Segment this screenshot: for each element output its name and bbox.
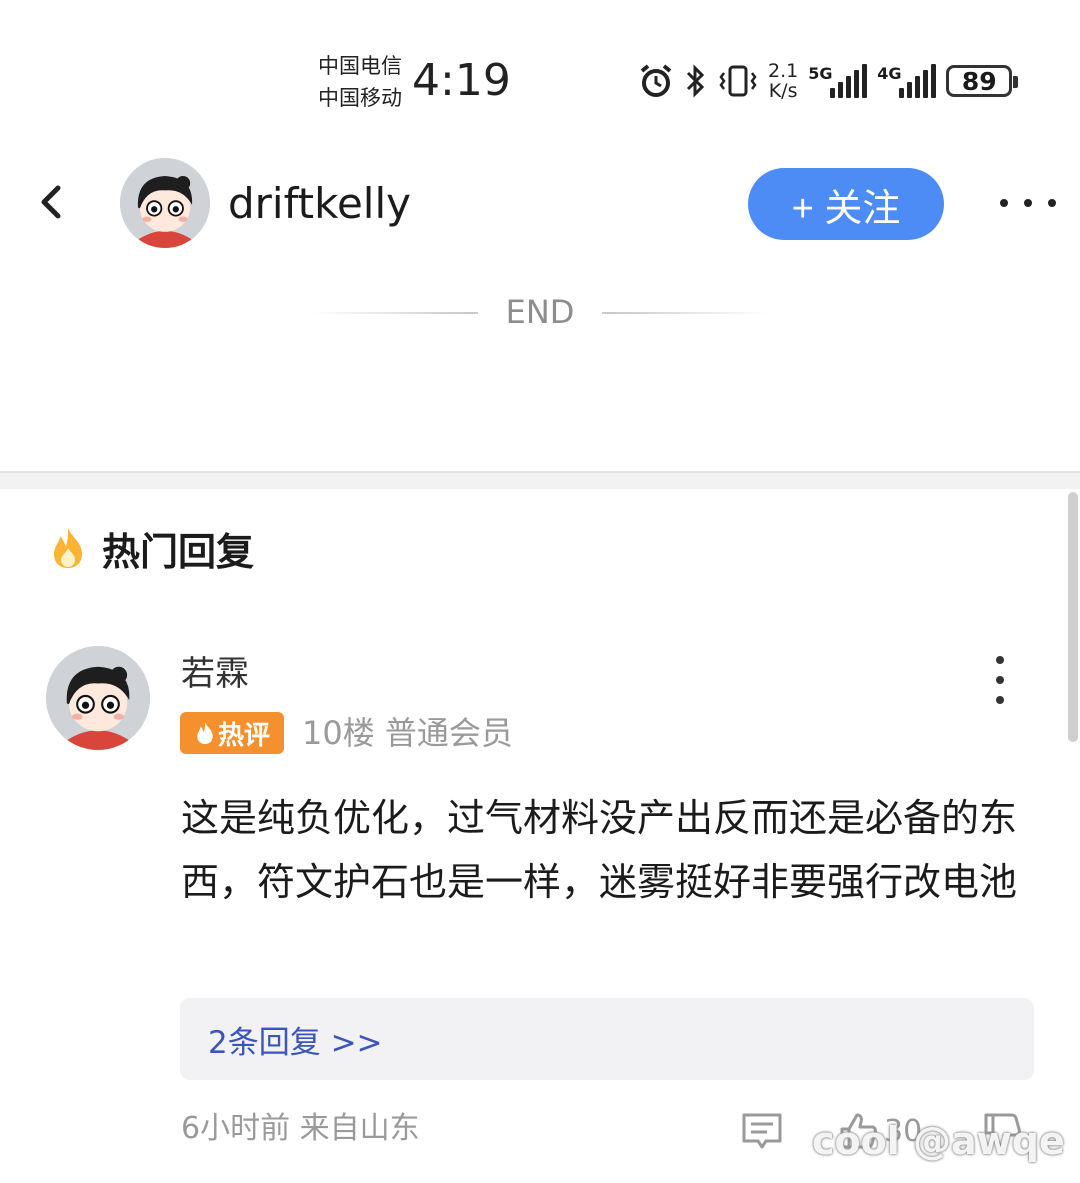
divider-line-left [310, 312, 478, 314]
net-speed-unit: K/s [768, 80, 798, 102]
flame-icon [54, 528, 82, 568]
scrollbar[interactable] [1068, 492, 1078, 742]
battery-icon: 89 [946, 65, 1019, 97]
watermark-logo-icon: cool [812, 1119, 900, 1163]
comment-more-icon[interactable] [986, 656, 1014, 704]
username[interactable]: driftkelly [228, 178, 411, 230]
status-icons: 2.1 K/s 5G 4G 89 [638, 56, 1019, 106]
net-speed-value: 2.1 [768, 60, 799, 82]
comment-floor-meta: 10楼 普通会员 [302, 714, 513, 752]
bluetooth-icon [686, 64, 705, 98]
replies-link-label: 2条回复 >> [208, 1024, 383, 1061]
end-label: END [505, 293, 575, 331]
badge-label: 热评 [217, 720, 270, 751]
watermark: cool @awqe [812, 1118, 1065, 1164]
comment-text[interactable]: 这是纯负优化，过气材料没产出反而还是必备的东西，符文护石也是一样，迷雾挺好非要强… [181, 786, 1041, 914]
commenter-avatar[interactable] [46, 646, 150, 750]
comment-author[interactable]: 若霖 [181, 652, 249, 696]
signal-2-label: 4G [877, 64, 902, 83]
end-divider: END [0, 290, 1080, 334]
vibrate-icon [719, 65, 757, 97]
flame-icon [197, 722, 213, 744]
signal-4g-icon: 4G [877, 64, 937, 98]
alarm-icon [640, 64, 672, 97]
cartoon-face-icon [120, 158, 210, 248]
net-speed: 2.1 K/s [768, 61, 798, 101]
more-options-icon[interactable] [1000, 186, 1056, 220]
section-separator [0, 471, 1080, 489]
divider-line-right [602, 312, 770, 314]
watermark-handle: @awqe [913, 1119, 1065, 1163]
hot-replies-header: 热门回复 [48, 522, 254, 574]
comment-time-location: 6小时前 来自山东 [181, 1111, 420, 1146]
hot-comment-badge: 热评 [180, 712, 284, 754]
signal-5g-icon: 5G [808, 64, 868, 98]
hot-replies-title: 热门回复 [102, 529, 255, 574]
view-replies-link[interactable]: 2条回复 >> [180, 998, 1034, 1080]
signal-1-label: 5G [808, 64, 833, 83]
back-arrow-icon[interactable] [30, 180, 74, 224]
carrier-1: 中国电信 [318, 54, 402, 78]
avatar[interactable] [120, 158, 210, 248]
profile-header: driftkelly + 关注 [0, 150, 1080, 260]
reply-icon[interactable] [740, 1109, 784, 1153]
carrier-2: 中国移动 [318, 86, 402, 110]
status-clock: 4:19 [412, 55, 511, 106]
cartoon-face-icon [46, 646, 150, 750]
follow-button[interactable]: + 关注 [748, 168, 944, 240]
battery-level: 89 [961, 66, 997, 96]
carrier-names: 中国电信 中国移动 [318, 50, 402, 114]
status-bar: 中国电信 中国移动 4:19 2.1 K/s 5G 4G 89 [0, 0, 1080, 130]
